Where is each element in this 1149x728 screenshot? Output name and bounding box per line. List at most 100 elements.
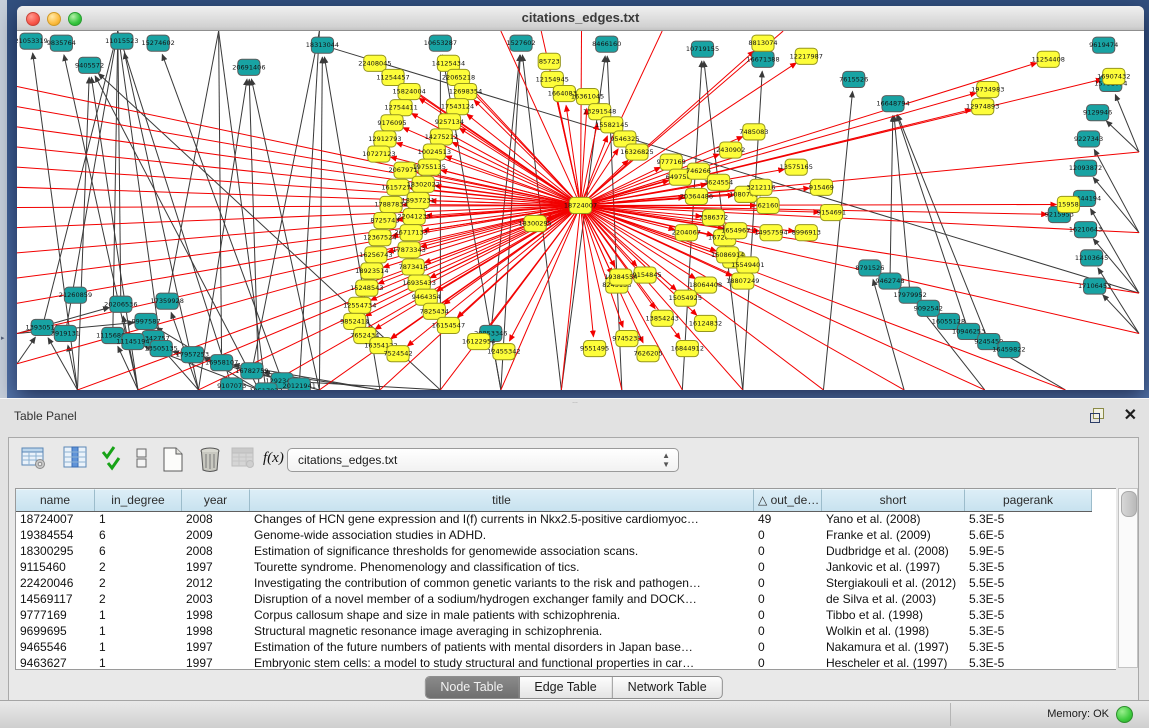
table-cell[interactable]: 0: [754, 543, 822, 559]
citation-edge-black[interactable]: [1106, 121, 1139, 152]
graph-node[interactable]: 12974893: [966, 99, 999, 115]
graph-node[interactable]: 12912793: [368, 131, 401, 147]
memory-status-indicator[interactable]: [1116, 706, 1133, 723]
table-cell[interactable]: 2: [95, 559, 182, 575]
graph-node[interactable]: 20691406: [232, 59, 265, 75]
graph-node[interactable]: 9997587: [131, 313, 160, 329]
table-cell[interactable]: 2008: [182, 511, 250, 527]
table-cell[interactable]: 6: [95, 527, 182, 543]
table-cell[interactable]: 5.3E-5: [965, 559, 1092, 575]
table-cell[interactable]: Stergiakouli et al. (2012): [822, 575, 965, 591]
graph-node[interactable]: 16958107: [205, 355, 238, 371]
citation-edge-black[interactable]: [1103, 295, 1139, 334]
citation-edge-black[interactable]: [823, 91, 852, 389]
table-row[interactable]: 1872400712008Changes of HCN gene express…: [16, 511, 1116, 527]
table-cell[interactable]: 5.3E-5: [965, 591, 1092, 607]
table-cell[interactable]: 9463627: [16, 655, 95, 669]
table-cell[interactable]: 9465546: [16, 639, 95, 655]
table-cell[interactable]: 0: [754, 607, 822, 623]
table-cell[interactable]: 0: [754, 527, 822, 543]
table-cell[interactable]: 1997: [182, 655, 250, 669]
citation-edge-black[interactable]: [48, 338, 77, 390]
table-cell[interactable]: 1: [95, 511, 182, 527]
graph-node[interactable]: 8725743: [370, 213, 399, 229]
graph-node[interactable]: 7626205: [633, 346, 662, 362]
citation-edge-red[interactable]: [581, 79, 1103, 205]
graph-node[interactable]: 3624554: [704, 174, 733, 190]
citation-edge-red[interactable]: [581, 204, 1057, 205]
table-row[interactable]: 1456911722003Disruption of a novel membe…: [16, 591, 1116, 607]
graph-node[interactable]: 8466160: [592, 36, 621, 52]
citation-edge-black[interactable]: [894, 116, 910, 295]
table-cell[interactable]: 0: [754, 591, 822, 607]
table-cell[interactable]: Structural magnetic resonance image aver…: [250, 623, 754, 639]
table-cell[interactable]: 5.6E-5: [965, 527, 1092, 543]
close-panel-icon[interactable]: ✕: [1124, 405, 1137, 425]
delete-table-icon[interactable]: [197, 446, 223, 474]
table-cell[interactable]: 2: [95, 591, 182, 607]
tab-node-table[interactable]: Node Table: [425, 677, 519, 698]
graph-node[interactable]: 3919131: [51, 325, 80, 341]
graph-node[interactable]: 11254408: [1032, 51, 1065, 67]
graph-node[interactable]: 12455342: [487, 344, 520, 360]
table-row[interactable]: 977716911998Corpus callosum shape and si…: [16, 607, 1116, 623]
graph-node[interactable]: 3212116: [746, 179, 775, 195]
citation-edge-black[interactable]: [1115, 95, 1139, 152]
table-cell[interactable]: Corpus callosum shape and size in male p…: [250, 607, 754, 623]
table-row[interactable]: 911546021997Tourette syndrome. Phenomeno…: [16, 559, 1116, 575]
table-cell[interactable]: 2: [95, 575, 182, 591]
graph-node[interactable]: 9129946: [1083, 105, 1112, 121]
network-canvas[interactable]: 2105331998357649405572110155231527460220…: [17, 31, 1144, 390]
graph-node[interactable]: 26717133: [394, 225, 427, 241]
table-cell[interactable]: Yano et al. (2008): [822, 511, 965, 527]
table-cell[interactable]: Estimation of significance thresholds fo…: [250, 543, 754, 559]
table-cell[interactable]: 5.3E-5: [965, 623, 1092, 639]
citation-edge-black[interactable]: [1094, 150, 1139, 233]
table-cell[interactable]: 1: [95, 655, 182, 669]
graph-node[interactable]: 21053319: [17, 33, 48, 49]
table-cell[interactable]: 1997: [182, 639, 250, 655]
graph-node[interactable]: 16124832: [689, 315, 722, 331]
table-cell[interactable]: 6: [95, 543, 182, 559]
graph-node[interactable]: 7524542: [383, 346, 412, 362]
float-panel-icon[interactable]: [1090, 408, 1105, 422]
table-row[interactable]: 946362711997Embryonic stem cells: a mode…: [16, 655, 1116, 669]
graph-node[interactable]: 20206536: [104, 296, 137, 312]
table-cell[interactable]: 0: [754, 655, 822, 669]
graph-node[interactable]: 20364486: [680, 188, 713, 204]
graph-node[interactable]: 7485083: [739, 124, 768, 140]
graph-node[interactable]: 8996913: [792, 225, 821, 241]
column-header-year[interactable]: year: [182, 489, 250, 511]
panel-expand-arrow-icon[interactable]: ▸: [1, 334, 5, 342]
citation-edge-black[interactable]: [1098, 268, 1139, 333]
column-header-title[interactable]: title: [250, 489, 754, 511]
table-cell[interactable]: 0: [754, 559, 822, 575]
table-cell[interactable]: 5.3E-5: [965, 639, 1092, 655]
table-cell[interactable]: Hescheler et al. (1997): [822, 655, 965, 669]
table-cell[interactable]: 1997: [182, 559, 250, 575]
table-cell[interactable]: 9699695: [16, 623, 95, 639]
table-cell[interactable]: 19384554: [16, 527, 95, 543]
table-cell[interactable]: 2003: [182, 591, 250, 607]
table-cell[interactable]: Tibbo et al. (1998): [822, 607, 965, 623]
graph-node[interactable]: 915469: [809, 179, 834, 195]
graph-node[interactable]: 9107073: [217, 378, 246, 390]
graph-node[interactable]: 16210643: [1069, 222, 1102, 238]
graph-node[interactable]: 19734983: [971, 81, 1004, 97]
table-row[interactable]: 969969511998Structural magnetic resonanc…: [16, 623, 1116, 639]
graph-node[interactable]: 12217987: [790, 48, 823, 64]
table-cell[interactable]: 2012: [182, 575, 250, 591]
graph-node[interactable]: 13575165: [780, 159, 813, 175]
table-cell[interactable]: 2009: [182, 527, 250, 543]
import-table-icon[interactable]: [231, 446, 257, 470]
graph-node[interactable]: 11015523: [105, 33, 138, 49]
table-cell[interactable]: 18300295: [16, 543, 95, 559]
table-cell[interactable]: 1998: [182, 623, 250, 639]
graph-node[interactable]: 7386372: [699, 209, 728, 225]
select-all-rows-icon[interactable]: [101, 446, 123, 472]
table-cell[interactable]: 5.5E-5: [965, 575, 1092, 591]
citation-edge-red[interactable]: [581, 31, 582, 205]
graph-node[interactable]: 9154691: [817, 204, 846, 220]
table-cell[interactable]: 0: [754, 639, 822, 655]
table-cell[interactable]: Estimation of the future numbers of pati…: [250, 639, 754, 655]
